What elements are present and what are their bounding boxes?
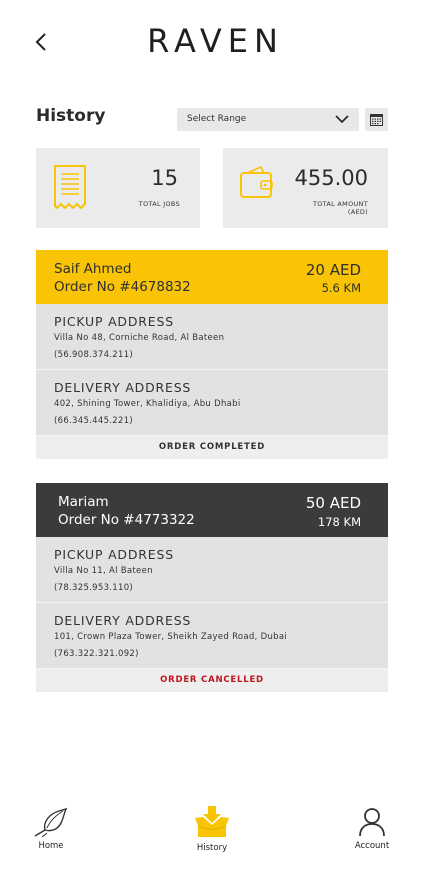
calendar-button[interactable] (365, 108, 388, 131)
customer-name: Mariam (58, 494, 109, 510)
wallet-icon (240, 165, 273, 198)
delivery-address-section: DELIVERY ADDRESS 402, Shining Tower, Kha… (36, 370, 388, 436)
delivery-address-section: DELIVERY ADDRESS 101, Crown Plaza Tower,… (36, 603, 388, 669)
total-amount-label: TOTAL AMOUNT (AED) (298, 200, 368, 216)
user-icon (359, 808, 385, 837)
history-toolbar: History Select Range (36, 104, 388, 134)
delivery-title: DELIVERY ADDRESS (54, 613, 192, 628)
nav-item-account[interactable]: Account (337, 806, 407, 851)
nav-item-history[interactable]: History (177, 804, 247, 853)
total-amount-value: 455.00 (294, 166, 368, 190)
order-distance: 5.6 KM (321, 281, 361, 295)
pickup-address: Villa No 48, Corniche Road, Al Bateen (54, 333, 225, 343)
bottom-nav: Home History Account (0, 800, 425, 871)
nav-label-account: Account (354, 841, 390, 851)
delivery-address: 402, Shining Tower, Khalidiya, Abu Dhabi (54, 399, 241, 409)
nav-item-home[interactable]: Home (16, 806, 86, 851)
brand-logo: RAVEN (147, 22, 284, 60)
order-header: Saif Ahmed Order No #4678832 20 AED 5.6 … (36, 250, 388, 304)
delivery-title: DELIVERY ADDRESS (54, 380, 192, 395)
pickup-address-section: PICKUP ADDRESS Villa No 48, Corniche Roa… (36, 304, 388, 370)
order-status: ORDER COMPLETED (36, 436, 388, 459)
pickup-address: Villa No 11, Al Bateen (54, 566, 153, 576)
calendar-icon (370, 114, 383, 126)
order-header: Mariam Order No #4773322 50 AED 178 KM (36, 483, 388, 537)
total-jobs-label: TOTAL JOBS (138, 200, 180, 208)
nav-label-home: Home (38, 841, 64, 851)
delivery-phone: (66.345.445.221) (54, 416, 134, 426)
order-status: ORDER CANCELLED (36, 669, 388, 692)
order-number: Order No #4773322 (58, 512, 195, 528)
range-select-value: Select Range (187, 114, 247, 124)
pickup-title: PICKUP ADDRESS (54, 314, 174, 329)
chevron-down-icon (335, 115, 349, 124)
total-amount-label-line1: TOTAL AMOUNT (312, 200, 368, 208)
pickup-phone: (56.908.374.211) (54, 350, 134, 360)
delivery-address: 101, Crown Plaza Tower, Sheikh Zayed Roa… (54, 632, 288, 642)
total-jobs-card: 15 TOTAL JOBS (36, 148, 200, 228)
range-select[interactable]: Select Range (177, 108, 359, 131)
delivery-phone: (763.322.321.092) (54, 649, 139, 659)
bird-icon (34, 807, 68, 838)
top-bar: RAVEN (0, 0, 425, 90)
pickup-phone: (78.325.953.110) (54, 583, 134, 593)
order-distance: 178 KM (317, 515, 361, 529)
order-number: Order No #4678832 (54, 279, 191, 295)
order-amount: 20 AED (305, 261, 361, 279)
order-amount: 50 AED (305, 494, 361, 512)
total-amount-label-line2: (AED) (347, 208, 368, 216)
nav-label-history: History (196, 843, 228, 853)
box-download-icon (195, 806, 229, 837)
total-jobs-value: 15 (151, 166, 178, 190)
page-title: History (36, 106, 106, 126)
order-card[interactable]: Saif Ahmed Order No #4678832 20 AED 5.6 … (36, 250, 388, 459)
order-card[interactable]: Mariam Order No #4773322 50 AED 178 KM P… (36, 483, 388, 692)
pickup-title: PICKUP ADDRESS (54, 547, 174, 562)
pickup-address-section: PICKUP ADDRESS Villa No 11, Al Bateen (7… (36, 537, 388, 603)
receipt-icon (54, 165, 86, 210)
customer-name: Saif Ahmed (54, 261, 132, 277)
total-amount-card: 455.00 TOTAL AMOUNT (AED) (223, 148, 388, 228)
